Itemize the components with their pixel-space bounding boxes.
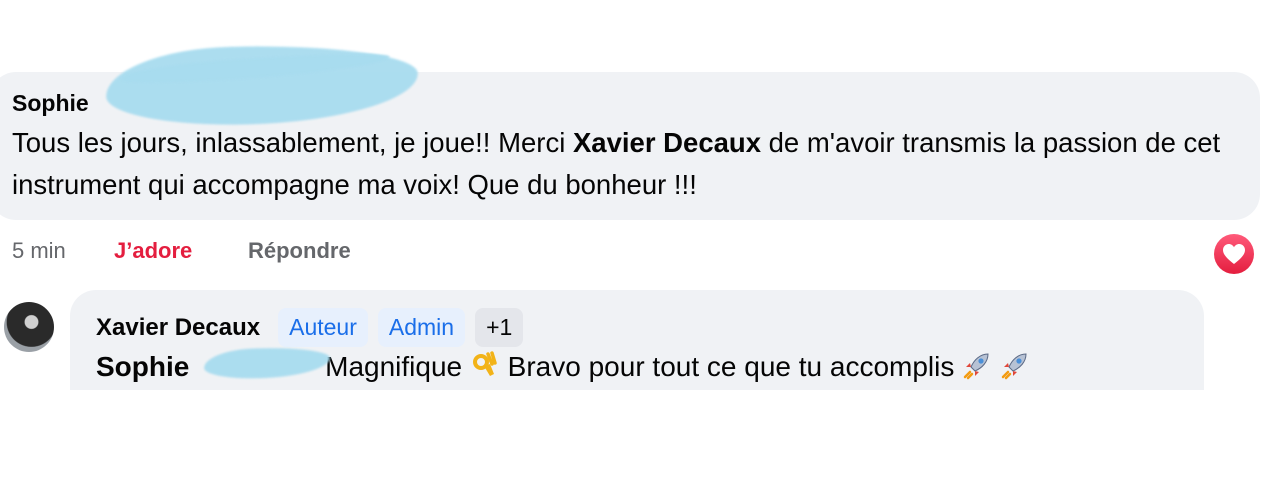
react-button[interactable]: J’adore <box>114 238 192 264</box>
comment-author[interactable]: Sophie <box>12 90 89 117</box>
comment-mention[interactable]: Xavier Decaux <box>573 127 761 158</box>
rocket-icon <box>1000 350 1030 387</box>
reply-button[interactable]: Répondre <box>248 238 351 264</box>
reply-text-secondary: Bravo pour tout ce que tu accomplis <box>507 350 955 382</box>
comment-text: Tous les jours, inlassablement, je joue!… <box>12 122 1232 206</box>
author-badge[interactable]: Auteur <box>278 308 368 347</box>
comment-text-start: Tous les jours, inlassablement, je joue!… <box>12 127 573 158</box>
avatar[interactable] <box>4 302 54 352</box>
heart-icon[interactable] <box>1214 234 1254 274</box>
reply-header: Xavier Decaux Auteur Admin +1 <box>96 308 533 347</box>
reply-text-main: Magnifique <box>325 350 463 382</box>
admin-badge[interactable]: Admin <box>377 308 466 347</box>
reply-mention[interactable]: Sophie <box>96 351 189 382</box>
more-badges[interactable]: +1 <box>475 308 524 347</box>
reply-author[interactable]: Xavier Decaux <box>96 314 260 342</box>
comment-time[interactable]: 5 min <box>12 238 66 264</box>
ok-hand-icon <box>470 350 500 387</box>
rocket-icon <box>962 350 992 387</box>
